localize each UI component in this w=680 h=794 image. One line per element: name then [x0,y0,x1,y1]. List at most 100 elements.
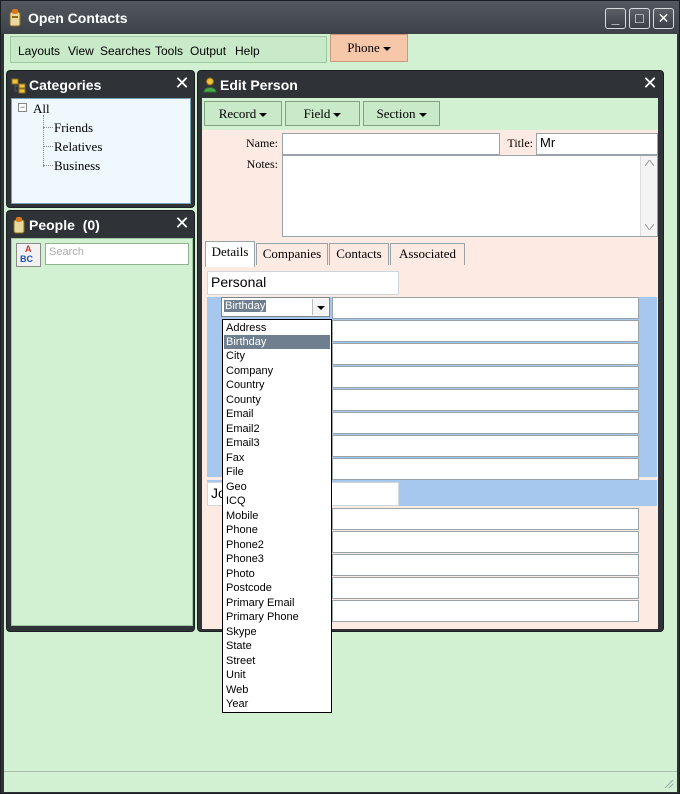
app-window: Open Contacts _ □ ✕ Layouts View Searche… [0,0,680,794]
tree-connector [43,165,53,166]
close-window-button[interactable]: ✕ [653,8,674,29]
chevron-down-icon [317,306,325,311]
field-value-input[interactable] [332,412,639,434]
tree-expander-icon[interactable]: − [18,103,27,112]
option-mobile[interactable]: Mobile [224,509,330,523]
option-skype[interactable]: Skype [224,625,330,639]
app-logo-icon [9,9,21,27]
title-bar[interactable]: Open Contacts _ □ ✕ [1,1,679,34]
option-address[interactable]: Address [224,321,330,335]
option-city[interactable]: City [224,349,330,363]
option-email3[interactable]: Email3 [224,436,330,450]
chevron-down-icon [333,113,342,118]
close-edit-person-icon[interactable]: ✕ [641,74,659,93]
field-value-input[interactable] [332,600,639,622]
notes-label: Notes: [246,157,278,171]
tab-associated[interactable]: Associated [390,243,465,265]
tree-item-all[interactable]: All [33,101,50,117]
option-email[interactable]: Email [224,407,330,421]
close-people-icon[interactable]: ✕ [173,214,191,233]
option-phone3[interactable]: Phone3 [224,552,330,566]
field-type-select[interactable]: Birthday [221,297,330,317]
option-street[interactable]: Street [224,654,330,668]
field-menu-button[interactable]: Field [285,101,360,126]
categories-tree: − All Friends Relatives Business [11,98,191,204]
tab-contacts[interactable]: Contacts [329,243,389,265]
option-phone[interactable]: Phone [224,523,330,537]
option-phone2[interactable]: Phone2 [224,538,330,552]
option-geo[interactable]: Geo [224,480,330,494]
field-value-input[interactable] [332,366,639,388]
notes-scrollbar[interactable] [640,156,657,236]
option-photo[interactable]: Photo [224,567,330,581]
option-country[interactable]: Country [224,378,330,392]
option-postcode[interactable]: Postcode [224,581,330,595]
title-input[interactable]: Mr [536,133,658,155]
sort-button[interactable]: A BC [16,243,41,267]
section-menu-button[interactable]: Section [363,101,440,126]
option-year[interactable]: Year [224,697,330,711]
phone-layout-button[interactable]: Phone [330,34,408,62]
field-value-input[interactable] [332,435,639,457]
field-value-input[interactable] [332,389,639,411]
menu-layouts[interactable]: Layouts [18,44,60,58]
option-primary-email[interactable]: Primary Email [224,596,330,610]
section-personal-header[interactable]: Personal [207,271,399,295]
menu-searches[interactable]: Searches [100,44,151,58]
field-value-input[interactable] [332,531,639,553]
categories-tree-icon [11,78,26,94]
tab-details[interactable]: Details [205,241,255,267]
option-county[interactable]: County [224,393,330,407]
close-categories-icon[interactable]: ✕ [173,74,191,93]
field-value-input[interactable] [332,297,639,319]
field-value-input[interactable] [332,343,639,365]
menu-output[interactable]: Output [190,44,226,58]
notes-textarea[interactable] [282,155,658,237]
name-label: Name: [246,136,278,150]
option-primary-phone[interactable]: Primary Phone [224,610,330,624]
option-icq[interactable]: ICQ [224,494,330,508]
field-value-input[interactable] [332,554,639,576]
option-web[interactable]: Web [224,683,330,697]
scroll-down-icon[interactable] [645,224,654,230]
people-title: People (0) [29,217,100,233]
field-value-input[interactable] [332,508,639,530]
scroll-up-icon[interactable] [645,160,654,166]
name-input[interactable] [282,133,500,155]
tree-item-friends[interactable]: Friends [54,120,93,136]
phone-button-label: Phone [347,40,380,55]
field-value-input[interactable] [332,458,639,480]
categories-title: Categories [29,77,102,93]
option-birthday[interactable]: Birthday [224,335,330,349]
chevron-down-icon [418,113,427,118]
person-icon [203,77,217,93]
option-file[interactable]: File [224,465,330,479]
menu-tools[interactable]: Tools [155,44,183,58]
client-area: Layouts View Searches Tools Output Help … [4,34,677,792]
chevron-down-icon [382,47,391,52]
tree-item-relatives[interactable]: Relatives [54,139,102,155]
tree-item-business[interactable]: Business [54,158,100,174]
option-fax[interactable]: Fax [224,451,330,465]
menu-view[interactable]: View [68,44,94,58]
minimize-button[interactable]: _ [605,8,626,29]
people-count: (0) [82,217,100,233]
dropdown-arrow[interactable] [312,299,328,315]
field-type-dropdown-list: Address Birthday City Company Country Co… [222,319,332,713]
field-value-input[interactable] [332,320,639,342]
tab-companies[interactable]: Companies [256,243,328,265]
people-search-input[interactable]: Search [45,243,189,265]
maximize-button[interactable]: □ [629,8,650,29]
edit-person-toolbar: Record Field Section [202,98,658,130]
field-type-selected: Birthday [224,300,267,312]
option-state[interactable]: State [224,639,330,653]
people-list: A BC Search [11,238,193,626]
resize-grip-icon[interactable] [662,777,674,789]
menu-help[interactable]: Help [235,44,260,58]
field-value-input[interactable] [332,577,639,599]
option-unit[interactable]: Unit [224,668,330,682]
option-email2[interactable]: Email2 [224,422,330,436]
record-menu-button[interactable]: Record [204,101,282,126]
categories-panel: Categories ✕ − All Friends Relatives Bus… [6,70,195,208]
option-company[interactable]: Company [224,364,330,378]
